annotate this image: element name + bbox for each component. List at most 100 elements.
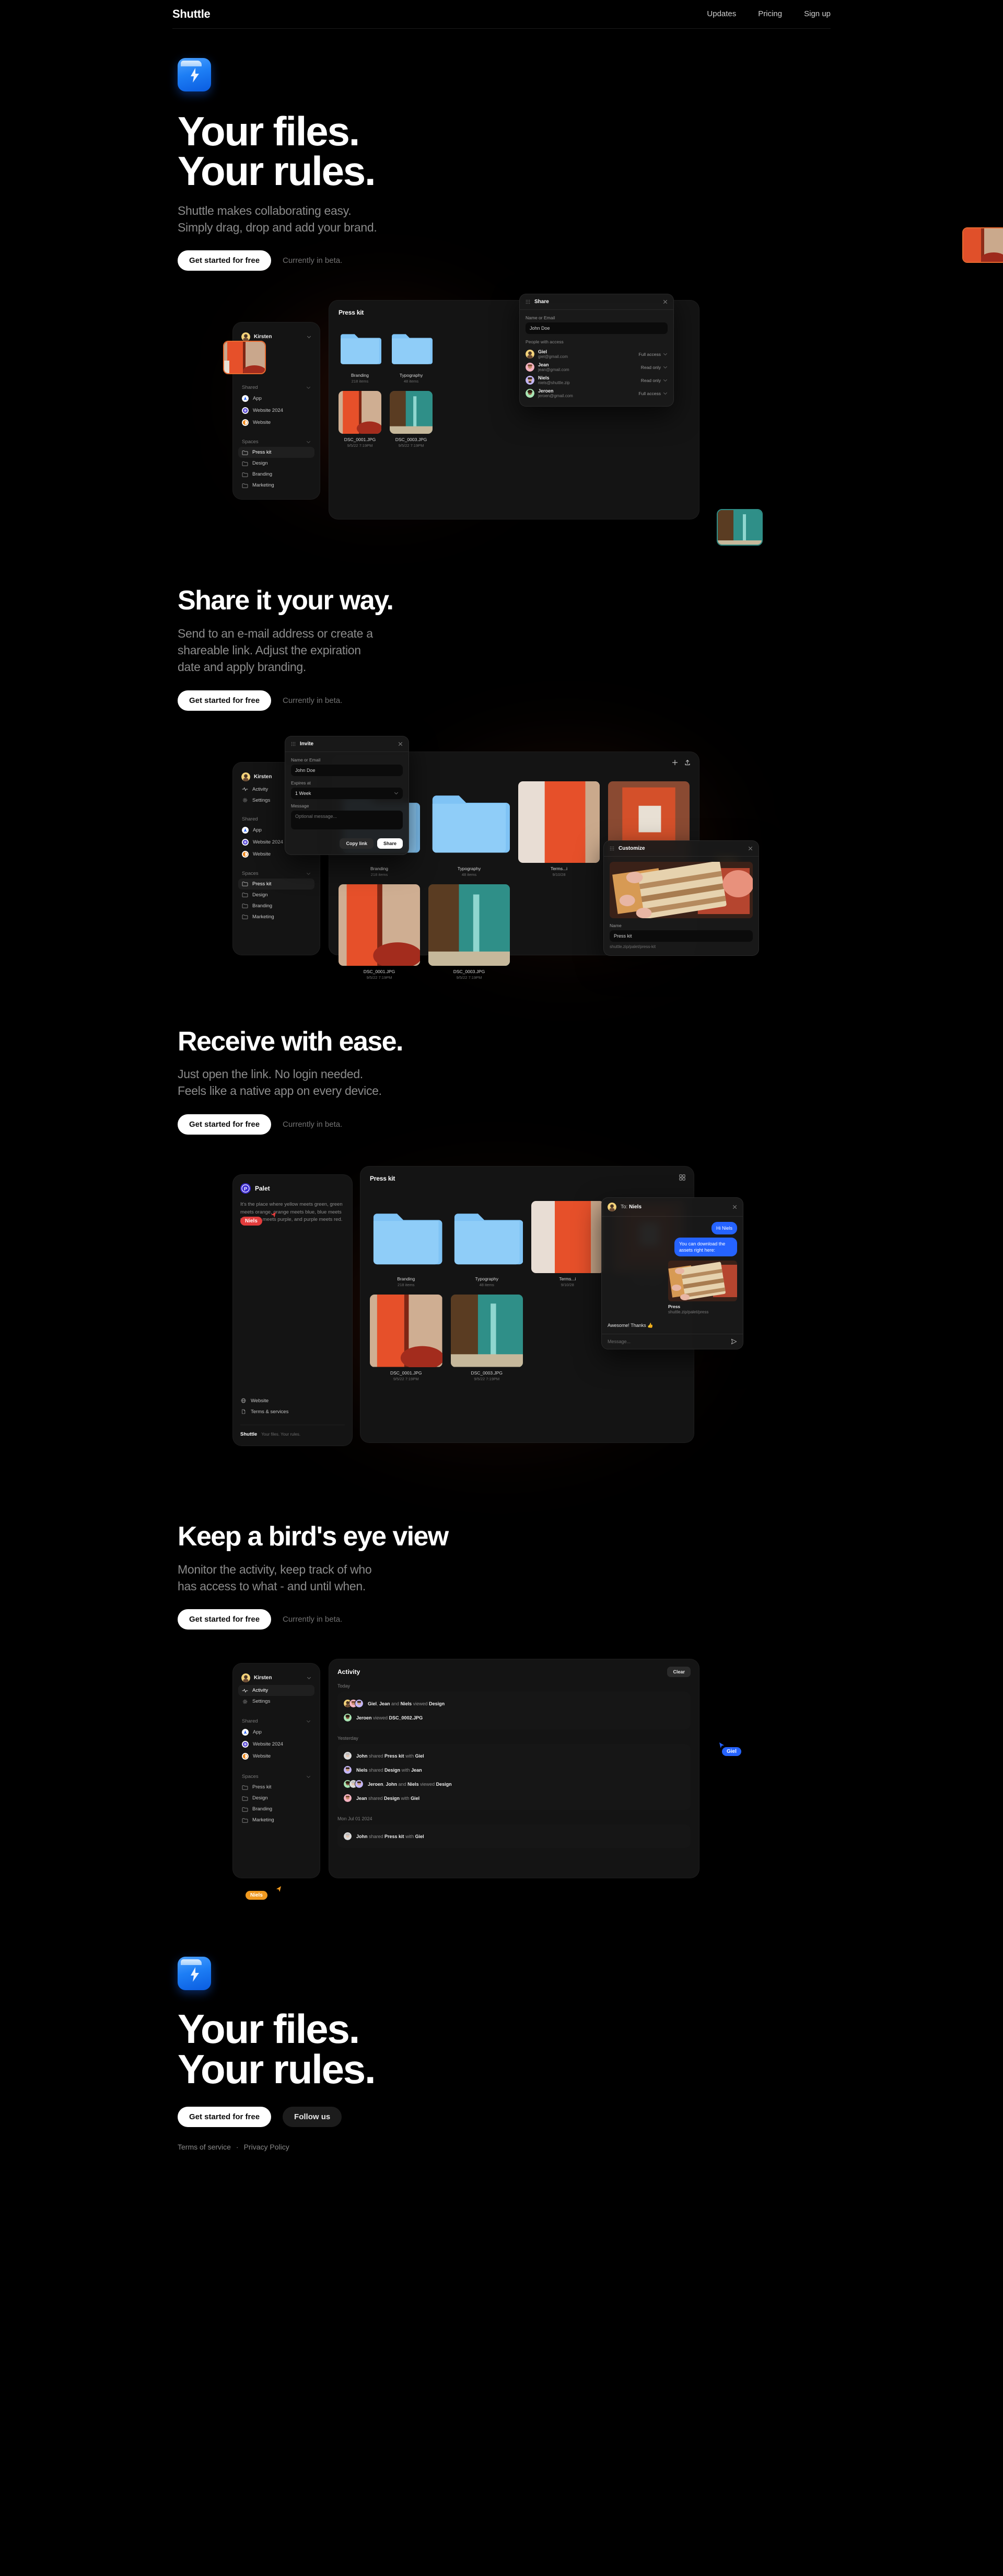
activity-row[interactable]: John shared Press kit with Giel [343,1829,685,1843]
sidebar-user[interactable]: Kirsten [238,1671,314,1685]
chevron-down-icon[interactable] [307,334,311,339]
file-tile[interactable]: Terms...i 9/10/28 [518,781,600,877]
customize-name-input[interactable] [610,930,753,942]
sidebar-item-website[interactable]: Website [238,417,314,429]
file-tile[interactable]: Typography 48 items [428,781,510,877]
nav-item-updates[interactable]: Updates [707,9,736,18]
sidebar-item-press-kit[interactable]: Press kit [238,1782,314,1793]
share-button[interactable]: Share [377,838,403,849]
get-started-button[interactable]: Get started for free [178,1609,272,1630]
close-icon[interactable] [663,299,668,304]
person-row[interactable]: Jeroen jeroen@gmail.com Full access [526,387,668,400]
sidebar-item-branding[interactable]: Branding [238,469,314,480]
activity-row[interactable]: Jeroen viewed DSC_0002.JPG [343,1711,685,1725]
file-tile[interactable]: Terms...i 9/10/28 [531,1200,604,1287]
chat-input-row[interactable]: Message... [602,1334,743,1349]
sidebar-item-press-kit[interactable]: Press kit [238,878,314,890]
person-row[interactable]: Jean jean@gmail.com Read only [526,361,668,374]
activity-row[interactable]: Niels shared Design with Jean [343,1763,685,1777]
dragged-file-thumbnail[interactable] [223,341,266,375]
sidebar-item-website-2024[interactable]: Website 2024 [238,1738,314,1750]
sidebar-group-spaces[interactable]: Spaces [238,1771,314,1782]
invite-name-input[interactable] [291,764,403,776]
cursor-arrow-icon [271,1212,276,1218]
access-select[interactable]: Full access [638,391,668,396]
sidebar-item-branding[interactable]: Branding [238,1804,314,1815]
cover-image[interactable] [610,861,753,918]
palet-link-terms[interactable]: Terms & services [240,1406,345,1417]
chevron-down-icon[interactable] [306,871,311,876]
terms-of-service-link[interactable]: Terms of service [178,2143,231,2151]
file-tile[interactable]: DSC_0001.JPG 9/5/22 7:19PM [370,1295,442,1381]
access-select[interactable]: Read only [641,365,668,370]
activity-row[interactable]: Giel, Jean and Niels viewed Design [343,1696,685,1711]
copy-link-button[interactable]: Copy link [340,838,374,849]
close-icon[interactable] [732,1205,737,1209]
sidebar-group-shared[interactable]: Shared [238,1715,314,1726]
sidebar-item-label: Press kit [252,1784,272,1791]
sidebar-item-website-2024[interactable]: Website 2024 [238,405,314,417]
expires-at-select[interactable]: 1 Week [291,787,403,799]
chevron-down-icon[interactable] [306,1719,311,1724]
sidebar-item-marketing[interactable]: Marketing [238,911,314,922]
file-tile[interactable]: Branding 218 items [339,327,381,384]
nav-item-pricing[interactable]: Pricing [758,9,782,18]
file-tile[interactable]: DSC_0003.JPG 9/5/22 7:19PM [390,391,433,448]
send-icon[interactable] [731,1338,737,1345]
file-tile[interactable]: DSC_0001.JPG 9/5/22 7:19PM [339,884,420,980]
access-select[interactable]: Read only [641,378,668,383]
palet-link-website[interactable]: Website [240,1395,345,1406]
access-select[interactable]: Full access [638,352,668,357]
upload-icon[interactable] [684,759,691,766]
sidebar-item-marketing[interactable]: Marketing [238,480,314,491]
get-started-button[interactable]: Get started for free [178,250,272,271]
file-tile[interactable]: Branding 218 items [370,1201,442,1287]
get-started-button[interactable]: Get started for free [178,2107,272,2128]
get-started-button[interactable]: Get started for free [178,690,272,711]
sidebar-item-branding[interactable]: Branding [238,900,314,911]
follow-us-button[interactable]: Follow us [283,2107,342,2128]
sidebar-group-shared[interactable]: Shared [238,382,314,392]
file-tile[interactable]: DSC_0003.JPG 9/5/22 7:19PM [428,884,510,980]
grip-icon[interactable] [610,846,614,851]
sidebar-group-spaces[interactable]: Spaces [238,436,314,447]
clear-button[interactable]: Clear [667,1667,691,1678]
activity-row[interactable]: Jean shared Design with Giel [343,1791,685,1805]
close-icon[interactable] [748,846,753,851]
file-tile[interactable]: DSC_0001.JPG 9/5/22 7:19PM [339,391,381,448]
brand-logo[interactable]: Shuttle [172,7,211,21]
sidebar-item-app[interactable]: App [238,1726,314,1738]
sidebar-item-settings[interactable]: Settings [238,1696,314,1707]
activity-row[interactable]: John shared Press kit with Giel [343,1749,685,1763]
chevron-down-icon[interactable] [306,385,311,390]
activity-row[interactable]: Jeroen, John and Niels viewed Design [343,1777,685,1791]
sidebar-item-app[interactable]: App [238,392,314,405]
chevron-down-icon[interactable] [306,440,311,444]
file-tile[interactable]: Typography 48 items [451,1201,523,1287]
sidebar-item-press-kit[interactable]: Press kit [238,447,314,458]
sidebar-item-website[interactable]: Website [238,1750,314,1762]
sidebar-item-activity[interactable]: Activity [238,1685,314,1696]
chat-link-preview[interactable]: Press shuttle.zip/palet/press [668,1261,737,1314]
file-tile[interactable]: Typography 48 items [390,327,433,384]
file-tile[interactable]: DSC_0003.JPG 9/5/22 7:19PM [450,1295,523,1381]
sidebar-item-marketing[interactable]: Marketing [238,1815,314,1826]
name-or-email-input[interactable] [526,322,668,334]
add-icon[interactable] [672,759,678,766]
sidebar-item-design[interactable]: Design [238,1793,314,1804]
chevron-down-icon[interactable] [307,1676,311,1680]
get-started-button[interactable]: Get started for free [178,1114,272,1135]
grip-icon[interactable] [526,299,530,304]
person-row[interactable]: Niels niels@shuttle.zip Read only [526,374,668,387]
chevron-down-icon[interactable] [306,1774,311,1779]
sidebar-item-design[interactable]: Design [238,458,314,469]
message-textarea[interactable] [291,810,403,829]
grid-view-icon[interactable] [679,1174,685,1181]
close-icon[interactable] [398,742,403,746]
nav-item-signup[interactable]: Sign up [804,9,831,18]
sidebar-item-design[interactable]: Design [238,890,314,900]
grip-icon[interactable] [291,742,296,746]
person-row[interactable]: Giel giel@gmail.com Full access [526,348,668,361]
sidebar-group-spaces[interactable]: Spaces [238,868,314,879]
privacy-policy-link[interactable]: Privacy Policy [244,2143,289,2151]
